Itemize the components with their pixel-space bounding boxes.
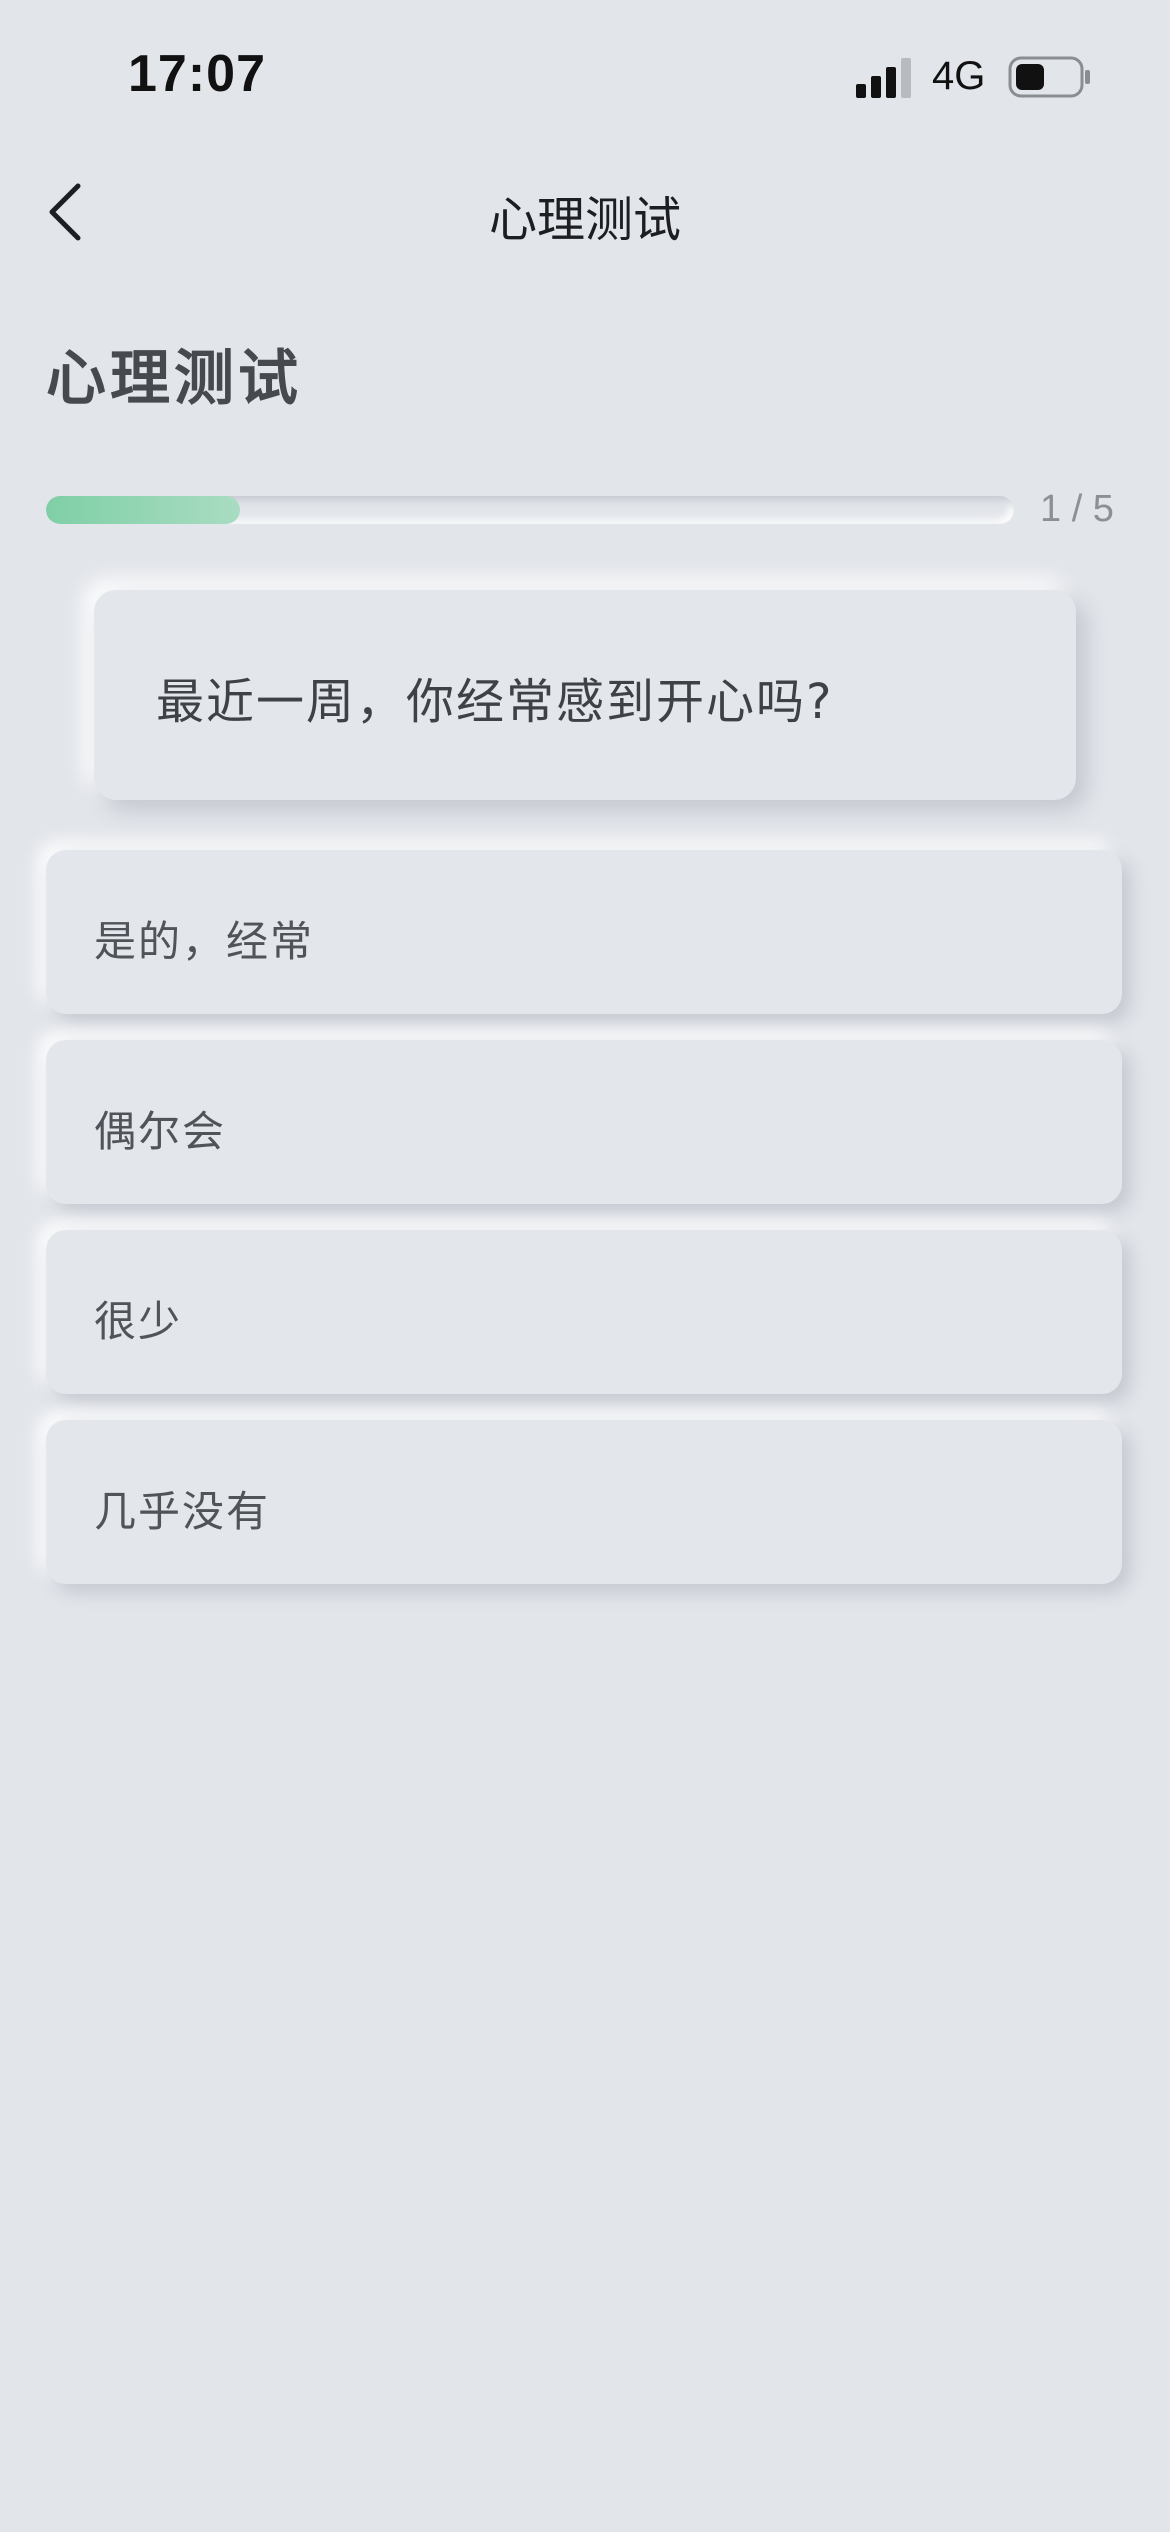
battery-icon — [1008, 56, 1090, 98]
signal-icon — [856, 58, 911, 98]
progress-bar — [46, 496, 1014, 524]
progress-counter: 1 / 5 — [1040, 488, 1114, 530]
option-rarely[interactable]: 很少 — [46, 1230, 1122, 1394]
nav-title: 心理测试 — [488, 192, 681, 248]
option-label: 很少 — [94, 1297, 183, 1346]
question-text: 最近一周，你经常感到开心吗? — [156, 674, 834, 730]
option-almost-never[interactable]: 几乎没有 — [46, 1420, 1122, 1584]
status-time: 17:07 — [128, 45, 266, 103]
option-often[interactable]: 是的，经常 — [46, 850, 1122, 1014]
option-label: 是的，经常 — [94, 917, 315, 966]
network-label: 4G — [932, 54, 986, 98]
option-sometimes[interactable]: 偶尔会 — [46, 1040, 1122, 1204]
option-label: 几乎没有 — [94, 1487, 271, 1536]
status-bar: 17:07 4G — [0, 0, 1170, 150]
page-title: 心理测试 — [46, 344, 302, 414]
option-label: 偶尔会 — [94, 1107, 227, 1156]
nav-bar: 心理测试 — [0, 160, 1170, 260]
progress-fill — [46, 496, 240, 524]
question-card: 最近一周，你经常感到开心吗? — [94, 590, 1076, 800]
